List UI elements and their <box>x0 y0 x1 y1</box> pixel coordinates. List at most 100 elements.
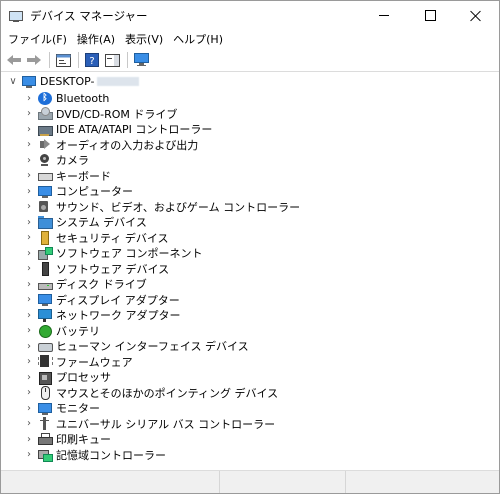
tree-node-label: IDE ATA/ATAPI コントローラー <box>56 123 213 137</box>
action-pane-button[interactable] <box>103 51 121 69</box>
arrow-left-icon <box>7 55 21 65</box>
tree-node[interactable]: › ヒューマン インターフェイス デバイス <box>1 339 499 355</box>
status-cell <box>346 471 499 493</box>
tree-node[interactable]: › ソフトウェア デバイス <box>1 261 499 277</box>
tree-node[interactable]: › コンピューター <box>1 184 499 200</box>
tree-node[interactable]: › ファームウェア <box>1 354 499 370</box>
usb-icon <box>38 417 52 431</box>
close-button[interactable] <box>453 1 499 30</box>
tree-node-label: オーディオの入力および出力 <box>56 138 199 152</box>
tree-node[interactable]: › プロセッサ <box>1 370 499 386</box>
tree-node[interactable]: › モニター <box>1 401 499 417</box>
title-bar: デバイス マネージャー <box>1 1 499 30</box>
chevron-right-icon[interactable]: › <box>24 449 34 461</box>
tree-node[interactable]: › マウスとそのほかのポインティング デバイス <box>1 385 499 401</box>
tree-node-label: バッテリ <box>56 324 100 338</box>
chevron-right-icon[interactable]: › <box>24 154 34 166</box>
audio-io-icon <box>38 138 52 151</box>
software-component-icon <box>38 246 53 260</box>
tree-node[interactable]: › IDE ATA/ATAPI コントローラー <box>1 122 499 138</box>
tree-node-label: ネットワーク アダプター <box>56 309 181 323</box>
chevron-right-icon[interactable]: › <box>24 387 34 399</box>
tree-node-label: Bluetooth <box>56 91 110 105</box>
tree-node[interactable]: › ディスプレイ アダプター <box>1 292 499 308</box>
tree-root[interactable]: ∨ DESKTOP- <box>1 74 499 90</box>
root-label: DESKTOP- <box>40 75 95 89</box>
tree-node[interactable]: › システム デバイス <box>1 215 499 231</box>
tree-node-label: ユニバーサル シリアル バス コントローラー <box>56 417 276 431</box>
chevron-right-icon[interactable]: › <box>24 294 34 306</box>
chevron-right-icon[interactable]: › <box>24 201 34 213</box>
tree-node-label: DVD/CD-ROM ドライブ <box>56 107 178 121</box>
maximize-button[interactable] <box>407 1 453 30</box>
tree-node[interactable]: › ᛒ Bluetooth <box>1 91 499 107</box>
help-button[interactable]: ? <box>83 51 101 69</box>
hid-icon <box>38 340 53 353</box>
svg-text:?: ? <box>89 56 94 67</box>
chevron-right-icon[interactable]: › <box>24 170 34 182</box>
menu-action[interactable]: 操作(A) <box>72 30 120 49</box>
tree-node[interactable]: › ネットワーク アダプター <box>1 308 499 324</box>
menu-help[interactable]: ヘルプ(H) <box>168 30 228 49</box>
keyboard-icon <box>38 169 53 182</box>
chevron-right-icon[interactable]: › <box>24 185 34 197</box>
chevron-right-icon[interactable]: › <box>24 247 34 259</box>
scan-hardware-button[interactable] <box>132 51 150 69</box>
tree-node[interactable]: › カメラ <box>1 153 499 169</box>
chevron-right-icon[interactable]: › <box>24 232 34 244</box>
tree-node[interactable]: › ソフトウェア コンポーネント <box>1 246 499 262</box>
tree-node[interactable]: › オーディオの入力および出力 <box>1 137 499 153</box>
tree-node[interactable]: › キーボード <box>1 168 499 184</box>
properties-button[interactable] <box>54 51 72 69</box>
tree-node[interactable]: › サウンド、ビデオ、およびゲーム コントローラー <box>1 199 499 215</box>
properties-icon <box>55 53 71 67</box>
chevron-right-icon[interactable]: › <box>24 418 34 430</box>
tree-node-label: ディスク ドライブ <box>56 278 147 292</box>
tree-node-label: コンピューター <box>56 185 133 199</box>
chevron-right-icon[interactable]: › <box>24 92 34 104</box>
toolbar: ? <box>1 49 499 72</box>
tree-node-label: ヒューマン インターフェイス デバイス <box>56 340 249 354</box>
camera-icon <box>38 153 52 167</box>
chevron-right-icon[interactable]: › <box>24 402 34 414</box>
chevron-right-icon[interactable]: › <box>24 263 34 275</box>
tree-node[interactable]: › 記憶域コントローラー <box>1 447 499 463</box>
chevron-right-icon[interactable]: › <box>24 108 34 120</box>
arrow-right-icon <box>27 55 41 65</box>
chevron-right-icon[interactable]: › <box>24 433 34 445</box>
minimize-button[interactable] <box>361 1 407 30</box>
menu-view[interactable]: 表示(V) <box>120 30 168 49</box>
ide-controller-icon <box>38 123 53 136</box>
tree-node[interactable]: › ユニバーサル シリアル バス コントローラー <box>1 416 499 432</box>
chevron-right-icon[interactable]: › <box>24 325 34 337</box>
tree-node[interactable]: › ディスク ドライブ <box>1 277 499 293</box>
disk-drive-icon <box>38 278 53 291</box>
chevron-right-icon[interactable]: › <box>24 123 34 135</box>
forward-button[interactable] <box>25 51 43 69</box>
tree-node[interactable]: › セキュリティ デバイス <box>1 230 499 246</box>
toolbar-separator <box>127 52 128 68</box>
menu-file[interactable]: ファイル(F) <box>3 30 72 49</box>
tree-node-label: ディスプレイ アダプター <box>56 293 180 307</box>
tree-node[interactable]: › バッテリ <box>1 323 499 339</box>
tree-node-label: 記憶域コントローラー <box>56 448 166 462</box>
tree-node[interactable]: › 印刷キュー <box>1 432 499 448</box>
back-button[interactable] <box>5 51 23 69</box>
chevron-right-icon[interactable]: › <box>24 278 34 290</box>
chevron-down-icon[interactable]: ∨ <box>8 76 18 88</box>
tree-node-label: モニター <box>56 402 100 416</box>
chevron-right-icon[interactable]: › <box>24 356 34 368</box>
battery-icon <box>38 324 52 339</box>
chevron-right-icon[interactable]: › <box>24 139 34 151</box>
system-devices-icon <box>38 215 53 229</box>
software-device-icon <box>38 262 52 277</box>
computer-icon <box>38 185 52 198</box>
status-cell <box>1 471 220 493</box>
chevron-right-icon[interactable]: › <box>24 216 34 228</box>
tree-node[interactable]: › DVD/CD-ROM ドライブ <box>1 106 499 122</box>
chevron-right-icon[interactable]: › <box>24 309 34 321</box>
device-manager-window: デバイス マネージャー ファイル(F) 操作(A) 表示(V) ヘルプ(H) ? <box>0 0 500 494</box>
chevron-right-icon[interactable]: › <box>24 371 34 383</box>
tree-node-label: マウスとそのほかのポインティング デバイス <box>56 386 279 400</box>
chevron-right-icon[interactable]: › <box>24 340 34 352</box>
